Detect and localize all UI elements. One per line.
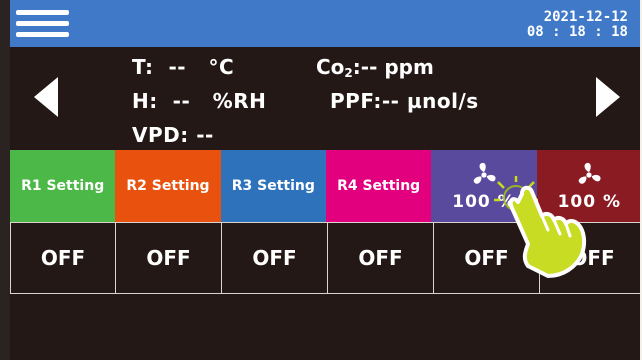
r2-setting-button[interactable]: R2 Setting [115,150,221,222]
r4-state-toggle[interactable]: OFF [328,222,434,294]
r4-setting-button[interactable]: R4 Setting [325,150,432,222]
fan1-speed-button[interactable]: 100 % [431,150,537,222]
sensor-readouts: T: -- °C H: -- %RH VPD: -- Co2:-- ppm PP… [10,47,642,150]
ppf-readout: PPF:-- µnol/s [330,89,479,113]
date-text: 2021-12-12 [543,9,628,25]
r3-setting-button[interactable]: R3 Setting [220,150,326,222]
co2-value: :-- ppm [352,55,434,79]
r4-setting-label: R4 Setting [337,178,421,194]
datetime: 2021-12-12 08 : 18 : 18 [527,10,628,40]
fan-icon [579,162,601,184]
temperature-readout: T: -- °C [132,55,235,79]
fan2-speed-value: 100 % [557,192,622,212]
controller-screen: 2021-12-12 08 : 18 : 18 T: -- °C H: -- %… [0,0,642,360]
r2-setting-label: R2 Setting [126,178,210,194]
relay-settings-row: R1 Setting R2 Setting R3 Setting R4 Sett… [10,150,642,222]
hamburger-menu-icon[interactable] [16,10,69,42]
right-arrow-icon[interactable] [596,77,620,117]
r3-setting-label: R3 Setting [231,178,315,194]
co2-subscript: 2 [344,66,353,80]
co2-readout: Co2:-- ppm [316,55,434,80]
relay-state-row: OFF OFF OFF OFF OFF OFF [10,222,642,294]
co2-prefix: Co [316,55,345,79]
r1-state-toggle[interactable]: OFF [10,222,116,294]
fan2-speed-button[interactable]: 100 % [536,150,642,222]
left-arrow-icon[interactable] [34,77,58,117]
humidity-readout: H: -- %RH [132,89,267,113]
fan-icon [473,162,496,184]
vpd-readout: VPD: -- [132,123,214,147]
fan1-speed-value: 100 % [452,192,516,212]
r3-state-toggle[interactable]: OFF [222,222,328,294]
r1-setting-label: R1 Setting [21,178,105,194]
bottom-area [10,294,642,360]
time-text: 08 : 18 : 18 [526,24,628,40]
fan1-state-toggle[interactable]: OFF [434,222,540,294]
r2-state-toggle[interactable]: OFF [116,222,222,294]
fan2-state-toggle[interactable]: OFF [540,222,642,294]
r1-setting-button[interactable]: R1 Setting [10,150,116,222]
top-bar: 2021-12-12 08 : 18 : 18 [10,0,642,47]
